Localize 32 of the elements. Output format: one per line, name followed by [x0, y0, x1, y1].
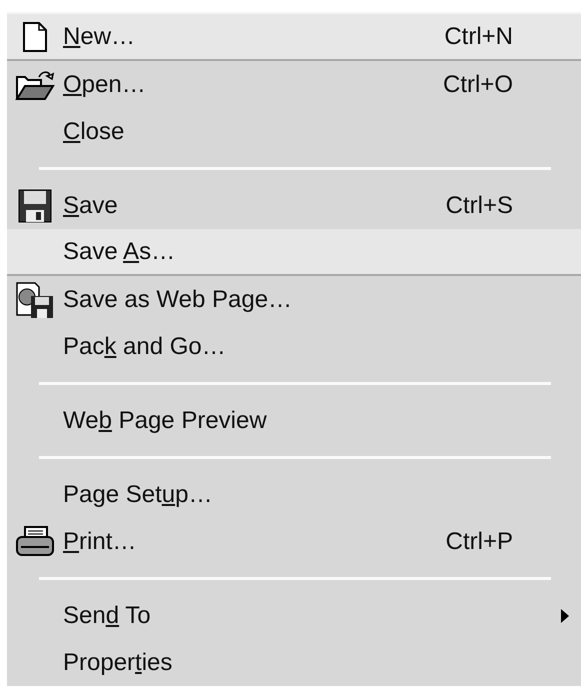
menu-item[interactable]: Close — [7, 108, 581, 155]
menu-item-label: Pack and Go… — [63, 332, 226, 360]
menu-item[interactable]: Save As… — [7, 229, 581, 276]
folder-icon — [15, 68, 55, 100]
menu-item[interactable]: Web Page Preview — [7, 397, 581, 444]
menu-item-label: Save — [63, 192, 118, 218]
menu-item[interactable]: Print… Ctrl+P — [7, 518, 581, 565]
menu-item[interactable]: Page Setup… — [7, 471, 581, 518]
menu-item-label: Save As… — [63, 238, 176, 264]
menu-item[interactable]: Open… Ctrl+O — [7, 61, 581, 108]
menu-item[interactable]: Properties — [7, 639, 581, 686]
menu-item-label: Page Setup… — [63, 480, 212, 508]
menu-item-label: Close — [63, 118, 124, 144]
menu-item-label: Send To — [63, 602, 151, 628]
shortcut-label: Ctrl+S — [446, 192, 513, 218]
document-icon — [22, 22, 48, 52]
menu-item[interactable]: New… Ctrl+N — [7, 14, 581, 61]
printer-icon — [15, 524, 55, 558]
menu-item-label: Open… — [63, 70, 146, 98]
menu-item[interactable]: Save as Web Page… — [7, 276, 581, 323]
web-page-save-icon — [15, 280, 55, 318]
menu-item[interactable]: Pack and Go… — [7, 323, 581, 370]
menu-item-label: Print… — [63, 528, 136, 554]
menu-item[interactable]: Send To — [7, 592, 581, 639]
menu-item-label: Save as Web Page… — [63, 286, 292, 312]
shortcut-label: Ctrl+N — [444, 22, 513, 50]
shortcut-label: Ctrl+O — [442, 70, 513, 98]
menu-item-label: New… — [63, 22, 136, 50]
menu-item-label: Properties — [63, 648, 172, 676]
shortcut-label: Ctrl+P — [446, 528, 513, 554]
menu-item-label: Web Page Preview — [63, 406, 267, 434]
menu-item[interactable]: Save Ctrl+S — [7, 182, 581, 229]
